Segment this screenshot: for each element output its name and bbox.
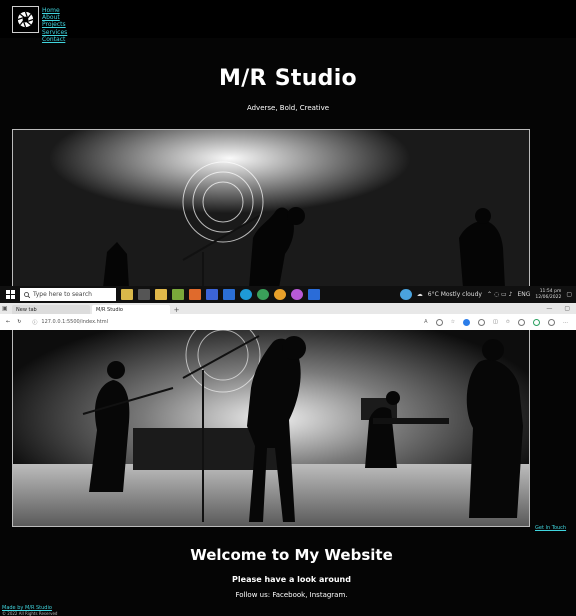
address-bar[interactable]: ⓘ 127.0.0.1:5500/index.html — [28, 317, 332, 327]
clock-date: 12/06/2022 — [535, 294, 562, 300]
welcome-subheading: Please have a look around — [232, 575, 351, 584]
welcome-heading: Welcome to My Website — [190, 546, 393, 564]
nav-contact-link[interactable]: Contact — [42, 36, 67, 43]
favorite-star-icon[interactable]: ☆ — [451, 319, 455, 326]
taskbar-search-placeholder: Type here to search — [33, 291, 92, 298]
favorites-icon[interactable]: ✩ — [506, 319, 510, 326]
windows-taskbar: Type here to search ☁ 6°C Mostly cloudy … — [0, 286, 576, 303]
start-button[interactable] — [0, 286, 20, 303]
more-menu-icon[interactable]: … — [563, 319, 568, 326]
tab-label: M/R Studio — [96, 306, 123, 313]
info-icon[interactable]: ⓘ — [32, 319, 37, 326]
browser-window: ▣ New tab M/R Studio + — ▢ ← ↻ ⓘ 127.0.0… — [0, 303, 576, 330]
extension-icon[interactable] — [463, 318, 471, 326]
top-bar: Home About Projects Services Contact — [0, 0, 576, 43]
notification-icon[interactable]: ▢ — [566, 291, 572, 298]
search-icon — [24, 291, 30, 298]
extension-icon[interactable] — [533, 318, 540, 326]
read-aloud-icon[interactable]: A — [424, 319, 427, 326]
nav-home-link[interactable]: Home — [42, 7, 67, 14]
nav-about-link[interactable]: About — [42, 14, 67, 21]
extension-icon[interactable] — [478, 318, 486, 326]
site-title: M/R Studio — [219, 66, 357, 91]
pinned-app-icon[interactable] — [206, 289, 218, 300]
pinned-app-icon[interactable] — [189, 289, 201, 300]
tab-label: New tab — [16, 306, 37, 313]
get-in-touch-link[interactable]: Get In Touch — [535, 525, 566, 531]
back-icon[interactable]: ← — [6, 319, 10, 325]
pinned-app-icon[interactable] — [172, 289, 184, 300]
social-follow-text: Follow us: Facebook, Instagram. — [235, 591, 348, 599]
pinned-app-icon[interactable] — [257, 289, 269, 300]
nav-projects-link[interactable]: Projects — [42, 21, 67, 28]
tab-mr-studio[interactable]: M/R Studio — [92, 305, 170, 314]
collections-icon[interactable] — [518, 318, 525, 326]
main-nav: Home About Projects Services Contact — [42, 7, 67, 43]
tray-app-icon[interactable] — [399, 289, 412, 300]
pinned-app-icon[interactable] — [291, 289, 303, 300]
pinned-app-icon[interactable] — [121, 289, 133, 300]
clock[interactable]: 11:54 pm 12/06/2022 — [535, 289, 561, 301]
file-explorer-icon[interactable] — [155, 289, 167, 300]
new-tab-button[interactable]: + — [172, 306, 181, 314]
tab-strip: ▣ New tab M/R Studio + — ▢ — [0, 303, 576, 314]
system-tray: ☁ 6°C Mostly cloudy ⌃ ◌ ▭ ♪ ENG 11:54 pm… — [399, 289, 576, 301]
logo[interactable] — [12, 6, 39, 33]
minimize-icon[interactable]: — — [546, 305, 552, 312]
profile-avatar-icon[interactable] — [548, 318, 555, 326]
weather-status[interactable]: 6°C Mostly cloudy — [428, 291, 482, 298]
windows-logo-icon — [5, 290, 15, 299]
chrome-icon[interactable] — [274, 289, 286, 300]
tray-icons[interactable]: ⌃ ◌ ▭ ♪ — [487, 291, 512, 298]
refresh-icon[interactable]: ↻ — [17, 319, 21, 325]
aperture-logo-icon — [17, 11, 34, 28]
pinned-app-icon[interactable] — [308, 289, 320, 300]
vscode-icon[interactable] — [223, 289, 235, 300]
weather-cloud-icon: ☁ — [416, 291, 423, 298]
site-tagline: Adverse, Bold, Creative — [246, 104, 330, 112]
edge-icon[interactable] — [240, 289, 252, 300]
language-indicator[interactable]: ENG — [517, 291, 530, 298]
zoom-icon[interactable] — [435, 318, 443, 326]
url-text: 127.0.0.1:5500/index.html — [41, 319, 109, 325]
copyright-text: © 2022 All Rights Reserved — [2, 611, 58, 616]
tab-actions-icon[interactable]: ▣ — [2, 305, 10, 312]
nav-services-link[interactable]: Services — [42, 29, 67, 36]
browser-toolbar: A ☆ ◫ ✩ … — [424, 318, 576, 326]
task-view-icon[interactable] — [138, 289, 150, 300]
maximize-icon[interactable]: ▢ — [564, 305, 570, 312]
tab-new-tab[interactable]: New tab — [12, 305, 90, 314]
split-screen-icon[interactable]: ◫ — [493, 319, 498, 326]
address-bar-row: ← ↻ ⓘ 127.0.0.1:5500/index.html A ☆ ◫ ✩ … — [0, 314, 576, 330]
window-controls: — ▢ — [546, 305, 576, 312]
taskbar-search-input[interactable]: Type here to search — [20, 288, 116, 301]
